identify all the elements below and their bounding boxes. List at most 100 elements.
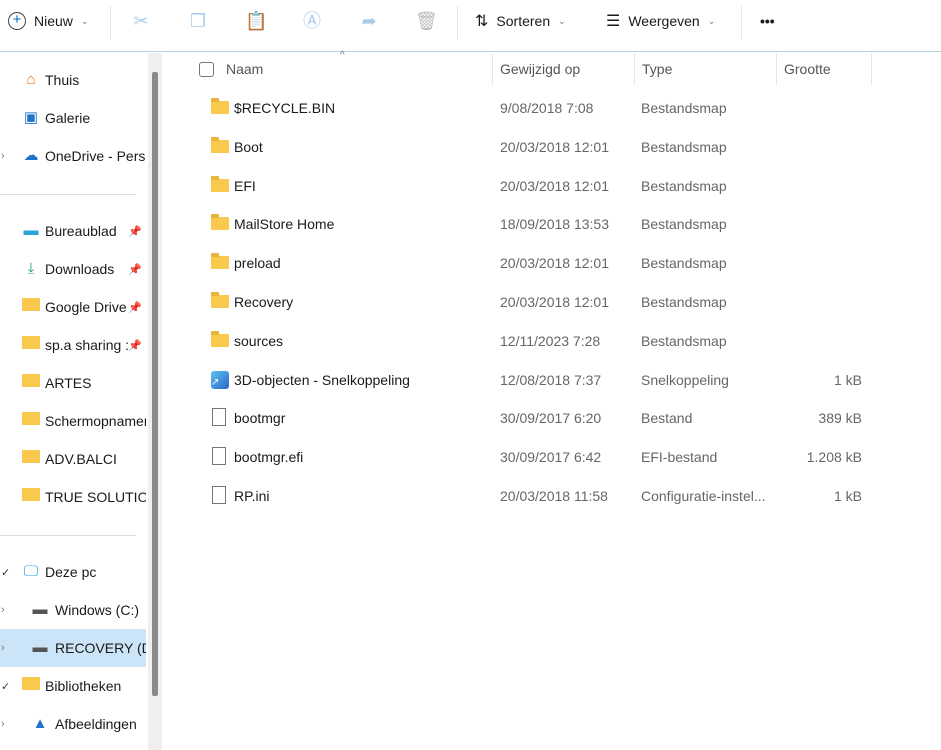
file-type: Bestandsmap xyxy=(641,177,727,194)
file-row[interactable]: $RECYCLE.BIN 9/08/2018 7:08 Bestandsmap xyxy=(190,89,880,127)
file-type: Snelkoppeling xyxy=(641,371,729,388)
file-name: sources xyxy=(234,332,284,349)
column-header-name[interactable]: Naam xyxy=(199,53,263,85)
sidebar-item[interactable]: ✓ Bibliotheken xyxy=(0,667,146,705)
file-row[interactable]: RP.ini 20/03/2018 11:58 Configuratie-inste… xyxy=(190,477,880,515)
folder-icon xyxy=(21,677,41,695)
sidebar-item[interactable]: ARTES xyxy=(0,364,146,402)
pc-icon: 🖵 xyxy=(23,563,39,580)
file-type: Bestandsmap xyxy=(641,255,727,272)
pin-icon[interactable]: 📌 xyxy=(128,225,142,238)
column-divider[interactable] xyxy=(492,53,493,85)
select-all-checkbox[interactable] xyxy=(199,61,214,77)
file-row[interactable]: Boot 20/03/2018 12:01 Bestandsmap xyxy=(190,128,880,166)
pin-icon[interactable]: 📌 xyxy=(128,339,142,352)
file-modified: 20/03/2018 12:01 xyxy=(500,138,609,155)
sidebar-item-label: Galerie xyxy=(45,110,91,126)
folder-icon xyxy=(211,136,229,153)
sidebar-item[interactable]: Google Drive 📌 xyxy=(0,288,146,326)
divider xyxy=(457,6,458,40)
sidebar-item-label: Bureaublad xyxy=(45,223,117,239)
chevron-down-icon: ⌄ xyxy=(707,15,716,26)
header-label: Grootte xyxy=(784,61,831,77)
file-row[interactable]: bootmgr 30/09/2017 6:20 Bestand 389 kB xyxy=(190,399,880,437)
pin-icon[interactable]: 📌 xyxy=(128,301,142,314)
file-row[interactable]: sources 12/11/2023 7:28 Bestandsmap xyxy=(190,322,880,360)
column-header-size[interactable]: Grootte xyxy=(784,53,831,85)
chevron-down-icon[interactable]: ✓ xyxy=(1,566,10,579)
column-header-type[interactable]: Type xyxy=(642,53,672,85)
folder-icon xyxy=(211,330,229,347)
file-modified: 12/11/2023 7:28 xyxy=(500,332,601,349)
sort-icon: ⇅ xyxy=(475,13,489,30)
sidebar-item[interactable]: ⌂ Thuis xyxy=(0,61,146,99)
settings-file-icon xyxy=(212,486,226,504)
file-modified: 18/09/2018 13:53 xyxy=(500,216,609,233)
divider xyxy=(0,194,136,195)
cut-icon[interactable]: ✂ xyxy=(130,10,152,32)
sidebar-item[interactable]: ▣ Galerie xyxy=(0,99,146,137)
command-bar: + Nieuw ⌄ ✂ ❐ 📋 Ⓐ ➦ 🗑 ⇅ Sorteren ⌄ ☰ Wee… xyxy=(0,0,941,52)
sidebar-item[interactable]: TRUE SOLUTIONS xyxy=(0,478,146,516)
sidebar-item[interactable]: ▬ Bureaublad 📌 xyxy=(0,212,146,250)
file-row[interactable]: bootmgr.efi 30/09/2017 6:42 EFI-bestand 1.2… xyxy=(190,438,880,476)
file-name: bootmgr.efi xyxy=(234,449,304,466)
file-size: 1 kB xyxy=(833,371,862,388)
paste-icon[interactable]: 📋 xyxy=(245,10,267,32)
delete-icon[interactable]: 🗑 xyxy=(415,10,438,32)
sidebar-item[interactable]: sp.a sharing : 📌 xyxy=(0,326,146,364)
chevron-right-icon[interactable]: › xyxy=(1,642,5,654)
sidebar-item[interactable]: ✓ 🖵 Deze pc xyxy=(0,553,146,591)
file-row[interactable]: preload 20/03/2018 12:01 Bestandsmap xyxy=(190,244,880,282)
chevron-right-icon[interactable]: › xyxy=(1,150,5,162)
column-divider[interactable] xyxy=(871,53,872,85)
divider xyxy=(110,6,111,40)
file-modified: 30/09/2017 6:42 xyxy=(500,449,602,466)
file-row[interactable]: Recovery 20/03/2018 12:01 Bestandsmap xyxy=(190,283,880,321)
sidebar-item[interactable]: ⤓ Downloads 📌 xyxy=(0,250,146,288)
view-button[interactable]: ☰ Weergeven ⌄ xyxy=(606,0,715,42)
sidebar-item-label: Windows (C:) xyxy=(55,602,140,618)
file-row[interactable]: EFI 20/03/2018 12:01 Bestandsmap xyxy=(190,167,880,205)
sidebar-item[interactable]: › ☁ OneDrive - Persoonlijk xyxy=(0,137,146,175)
file-name: Recovery xyxy=(234,294,294,310)
folder-icon xyxy=(21,374,41,392)
chevron-right-icon[interactable]: › xyxy=(1,604,5,616)
sidebar-item[interactable]: ADV.BALCI xyxy=(0,440,146,478)
copy-icon[interactable]: ❐ xyxy=(187,10,209,32)
more-button[interactable]: ••• xyxy=(760,0,775,42)
file-row[interactable]: MailStore Home 18/09/2018 13:53 Bestandsma… xyxy=(190,205,880,243)
folder-icon xyxy=(21,336,41,354)
chevron-right-icon[interactable]: › xyxy=(1,718,5,730)
drive-icon: ▬ xyxy=(32,601,48,618)
file-modified: 30/09/2017 6:20 xyxy=(500,410,602,427)
folder-icon xyxy=(21,412,41,430)
sidebar-item[interactable]: › ▲ Afbeeldingen xyxy=(0,705,146,743)
file-row[interactable]: ↗ 3D-objecten - Snelkoppeling 12/08/2018 7… xyxy=(190,361,880,399)
sidebar-item-label: ADV.BALCI xyxy=(45,451,117,467)
share-icon[interactable]: ➦ xyxy=(358,10,380,32)
sort-button[interactable]: ⇅ Sorteren ⌄ xyxy=(475,0,566,42)
scrollbar-thumb[interactable] xyxy=(152,72,158,696)
sidebar-item-label: ARTES xyxy=(45,375,92,391)
rename-icon[interactable]: Ⓐ xyxy=(301,10,323,32)
sidebar-item-label: OneDrive - Persoonlijk xyxy=(45,148,146,164)
sidebar-item-label: RECOVERY (D:) xyxy=(55,640,146,656)
new-button[interactable]: + Nieuw ⌄ xyxy=(8,0,88,42)
column-divider[interactable] xyxy=(634,53,635,85)
chevron-down-icon[interactable]: ✓ xyxy=(1,680,10,693)
column-divider[interactable] xyxy=(776,53,777,85)
column-header-modified[interactable]: Gewijzigd op xyxy=(500,53,580,85)
pictures-icon: ▲ xyxy=(32,715,48,732)
gallery-icon: ▣ xyxy=(23,109,39,126)
sidebar-item-label: Bibliotheken xyxy=(45,678,122,694)
sidebar-item[interactable]: › ▬ RECOVERY (D:) xyxy=(0,629,146,667)
file-name: RP.ini xyxy=(234,488,270,504)
sidebar-item[interactable]: › ▬ Windows (C:) xyxy=(0,591,146,629)
file-size: 1.208 kB xyxy=(806,449,862,466)
sidebar-item[interactable]: Schermopnamen xyxy=(0,402,146,440)
pin-icon[interactable]: 📌 xyxy=(128,263,142,276)
folder-icon xyxy=(21,450,41,468)
sort-label: Sorteren xyxy=(496,13,551,29)
sidebar-item-label: Thuis xyxy=(45,72,80,88)
